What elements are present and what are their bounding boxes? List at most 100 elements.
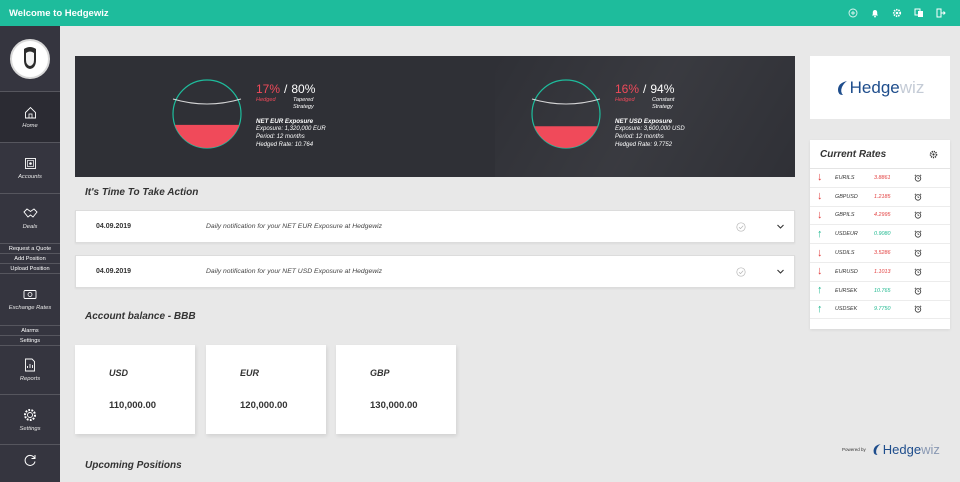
alarm-clock-icon[interactable] <box>914 268 922 276</box>
chevron-down-icon[interactable] <box>776 267 785 276</box>
chevron-down-icon[interactable] <box>776 222 785 231</box>
rate-row[interactable]: ↓ GBPILS 4.2995 <box>810 207 950 226</box>
notification-row[interactable]: 04.09.2019 Daily notification for your N… <box>75 210 795 243</box>
powered-brand-main: Hedge <box>882 442 922 457</box>
sidebar-item-label: Settings <box>19 425 41 432</box>
rate-value: 0.9080 <box>874 231 891 238</box>
strategy-percent: 80% <box>291 82 316 96</box>
balance-currency: EUR <box>240 368 260 378</box>
rate-value: 3.5286 <box>874 250 891 257</box>
sidebar-item-home[interactable]: Home <box>0 92 60 143</box>
balance-section-title: Account balance - BBB <box>85 311 196 322</box>
rate-value: 1.2185 <box>874 193 891 200</box>
notification-message: Daily notification for your NET USD Expo… <box>206 268 383 275</box>
notification-date: 04.09.2019 <box>96 223 132 230</box>
balance-amount: 110,000.00 <box>109 400 157 411</box>
powered-brand: Hedge wiz <box>872 442 940 457</box>
rate-pair: GBPUSD <box>835 193 858 200</box>
sidebar-item-reports[interactable]: Reports <box>0 346 60 395</box>
arrow-up-icon: ↑ <box>817 302 823 315</box>
sidebar-item-refresh[interactable] <box>0 445 60 475</box>
sidebar-item-label: Accounts <box>18 173 42 180</box>
sidebar-subitem-upload-position[interactable]: Upload Position <box>0 264 60 274</box>
alarm-clock-icon[interactable] <box>914 287 922 295</box>
logout-icon[interactable] <box>936 8 946 18</box>
exposure-hedged-rate: Hedged Rate: 9.7752 <box>615 142 673 148</box>
sidebar-item-accounts[interactable]: Accounts <box>0 143 60 194</box>
logo-accent: wiz <box>899 77 925 97</box>
rate-row[interactable]: ↑ USDSEK 9.7750 <box>810 301 950 320</box>
sidebar-item-label: Deals <box>22 224 38 230</box>
arrow-down-icon: ↓ <box>817 208 823 221</box>
balance-amount: 130,000.00 <box>370 400 418 411</box>
sidebar-item-exchange-rates[interactable]: Exchange Rates <box>0 274 60 326</box>
balance-card-eur[interactable]: EUR 120,000.00 <box>206 345 326 434</box>
powered-by-label: Powered by <box>842 447 866 452</box>
handshake-icon <box>22 208 38 218</box>
notification-message: Daily notification for your NET EUR Expo… <box>206 223 383 230</box>
sidebar-subitem-request-quote[interactable]: Request a Quote <box>0 244 60 254</box>
rate-pair: EURSEK <box>835 287 858 294</box>
sidebar-item-deals[interactable]: Deals <box>0 194 60 244</box>
bell-icon[interactable] <box>870 8 880 18</box>
sidebar-subitem-settings[interactable]: Settings <box>0 336 60 346</box>
report-icon <box>25 358 35 372</box>
rate-row[interactable]: ↓ EURILS 3.8861 <box>810 169 950 188</box>
sidebar-item-label: Home <box>22 122 38 129</box>
alarm-clock-icon[interactable] <box>914 305 922 314</box>
rate-row[interactable]: ↓ GBPUSD 1.2185 <box>810 188 950 207</box>
notification-row[interactable]: 04.09.2019 Daily notification for your N… <box>75 255 795 288</box>
top-bar-actions <box>848 0 946 26</box>
top-bar: Welcome to Hedgewiz <box>0 0 960 26</box>
rate-value: 10.765 <box>874 287 891 294</box>
sidebar-item-settings[interactable]: Settings <box>0 395 60 445</box>
alarm-clock-icon[interactable] <box>914 174 922 182</box>
action-section-title: It's Time To Take Action <box>85 187 199 198</box>
rate-row[interactable]: ↓ EURUSD 1.1013 <box>810 263 950 282</box>
app-title: Welcome to Hedgewiz <box>9 7 109 19</box>
eur-exposure-info: 17% / 80% Hedged Tapered Strategy NET EU… <box>256 82 329 149</box>
gear-icon <box>24 408 36 421</box>
exposure-period: Period: 12 months <box>615 134 664 140</box>
rate-value: 4.2995 <box>874 212 891 219</box>
rate-row[interactable]: ↓ USDILS 3.5286 <box>810 244 950 263</box>
alarm-clock-icon[interactable] <box>914 249 922 257</box>
rate-row[interactable]: ↑ USDEUR 0.9080 <box>810 225 950 245</box>
gear-icon[interactable] <box>892 8 902 18</box>
arrow-up-icon: ↑ <box>817 284 823 297</box>
add-circle-icon[interactable] <box>848 8 858 18</box>
exposure-banner: 17% / 80% Hedged Tapered Strategy NET EU… <box>75 56 795 177</box>
rate-pair: USDILS <box>835 250 855 257</box>
powered-brand-accent: wiz <box>921 442 940 457</box>
brand-logo: Hedge wiz <box>836 77 925 98</box>
arrow-down-icon: ↓ <box>817 171 823 184</box>
money-icon <box>23 290 37 299</box>
alarm-clock-icon[interactable] <box>914 193 922 201</box>
avatar[interactable] <box>10 38 50 79</box>
exposure-period: Period: 12 months <box>256 134 305 140</box>
rate-pair: EURILS <box>835 174 855 181</box>
sidebar-item-label: Exchange Rates <box>8 305 52 311</box>
windows-icon[interactable] <box>914 8 924 18</box>
rate-row[interactable]: ↑ EURSEK 10.765 <box>810 282 950 301</box>
hedged-label: Hedged <box>256 97 276 103</box>
exposure-title: NET EUR Exposure <box>256 118 314 125</box>
balance-card-usd[interactable]: USD 110,000.00 <box>75 345 195 434</box>
check-circle-icon[interactable] <box>736 266 746 277</box>
home-icon <box>24 106 36 118</box>
powered-by: Powered by Hedge wiz <box>842 442 940 457</box>
balance-amount: 120,000.00 <box>240 400 288 411</box>
alarm-clock-icon[interactable] <box>914 211 922 220</box>
sidebar-subitem-alarms[interactable]: Alarms <box>0 326 60 336</box>
strategy-label: Tapered Strategy <box>293 97 314 110</box>
gear-icon[interactable] <box>929 150 938 159</box>
sidebar-subitem-add-position[interactable]: Add Position <box>0 254 60 264</box>
rates-list: ↓ EURILS 3.8861 ↓ GBPUSD 1.2185 ↓ GBPILS 4.2995 ↑… <box>810 169 950 320</box>
alarm-clock-icon[interactable] <box>914 230 922 238</box>
exposure-amount: Exposure: 1,320,000 EUR <box>256 126 326 132</box>
rate-pair: GBPILS <box>835 212 855 219</box>
sidebar-item-label: Reports <box>19 376 41 382</box>
balance-card-gbp[interactable]: GBP 130,000.00 <box>336 345 456 434</box>
brand-logo-card: Hedge wiz <box>810 56 950 119</box>
check-circle-icon[interactable] <box>736 221 746 232</box>
